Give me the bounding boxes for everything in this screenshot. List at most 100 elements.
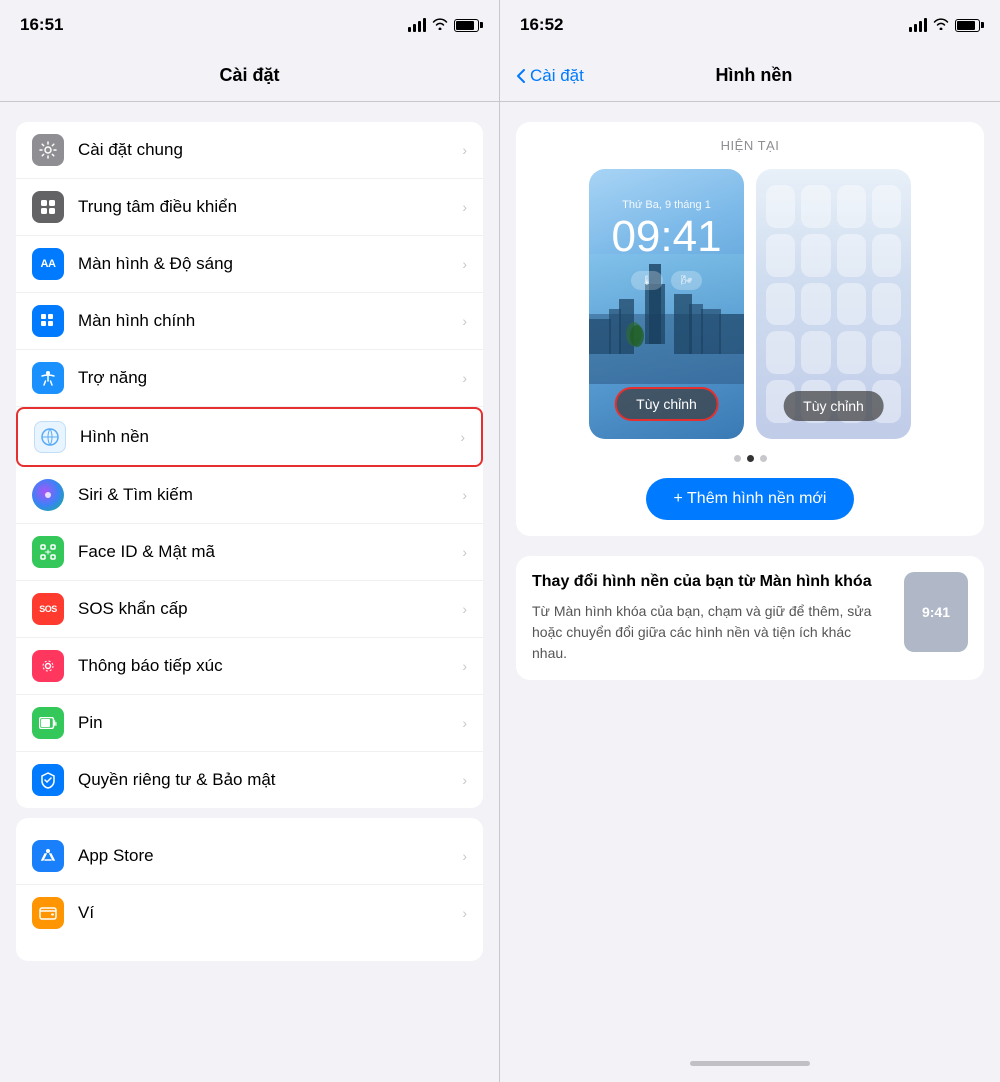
chevron-icon: › [462,142,467,158]
info-text: Thay đổi hình nền của bạn từ Màn hình kh… [532,572,890,664]
home-icon-placeholder [872,283,901,326]
settings-item-man-hinh-chinh[interactable]: Màn hình chính › [16,293,483,350]
right-nav-header: Cài đặt Hình nền [500,50,1000,102]
home-icon-placeholder [801,234,830,277]
signal-icon [909,18,927,32]
chevron-icon: › [462,905,467,921]
right-time: 16:52 [520,15,563,35]
control-center-icon [32,191,64,223]
info-thumb: 9:41 [904,572,968,652]
add-wallpaper-button[interactable]: + Thêm hình nền mới [646,478,855,520]
chevron-icon: › [462,715,467,731]
home-indicator-bar [690,1061,810,1066]
right-status-icons [909,18,980,33]
settings-item-man-hinh-do-sang[interactable]: AA Màn hình & Độ sáng › [16,236,483,293]
gear-icon [32,134,64,166]
man-hinh-chinh-label: Màn hình chính [78,311,456,331]
chevron-icon: › [462,199,467,215]
signal-icon [408,18,426,32]
app-store-icon [32,840,64,872]
wifi-icon [933,18,949,33]
wifi-icon [432,18,448,33]
chevron-icon: › [462,601,467,617]
home-icon-placeholder [766,331,795,374]
lock-widget-1: 🌡 [631,271,662,290]
settings-item-hinh-nen[interactable]: Hình nền › [16,407,483,467]
home-icon-placeholder [801,185,830,228]
home-icon-placeholder [872,331,901,374]
hinh-nen-label: Hình nền [80,427,454,447]
chevron-icon: › [462,313,467,329]
home-screen-customize-button[interactable]: Tùy chỉnh [783,391,884,421]
chevron-icon: › [462,544,467,560]
tro-nang-label: Trợ năng [78,368,456,388]
chevron-icon: › [462,370,467,386]
lock-screen-preview[interactable]: Thứ Ba, 9 tháng 1 09:41 🌡 🌬 Tùy chỉnh [589,169,744,439]
settings-group-bottom: App Store › Ví › [16,818,483,961]
lock-widgets: 🌡 🌬 [631,271,702,290]
battery-settings-icon [32,707,64,739]
info-title: Thay đổi hình nền của bạn từ Màn hình kh… [532,572,890,593]
settings-item-cai-dat-chung[interactable]: Cài đặt chung › [16,122,483,179]
info-body: Từ Màn hình khóa của bạn, chạm và giữ để… [532,601,890,664]
home-icon-placeholder [872,234,901,277]
thong-bao-label: Thông báo tiếp xúc [78,656,456,676]
quyen-rieng-tu-label: Quyền riêng tư & Bảo mật [78,770,456,790]
accessibility-icon [32,362,64,394]
home-icon-placeholder [801,283,830,326]
pin-label: Pin [78,713,456,733]
right-nav-title: Hình nền [584,65,924,86]
pagination-dots [532,455,968,462]
home-icon-placeholder [837,283,866,326]
app-store-label: App Store [78,846,456,866]
battery-icon [955,19,980,32]
settings-item-thong-bao[interactable]: Thông báo tiếp xúc › [16,638,483,695]
lock-time: 09:41 [611,215,721,259]
settings-item-sos[interactable]: SOS SOS khẩn cấp › [16,581,483,638]
settings-item-tro-nang[interactable]: Trợ năng › [16,350,483,407]
chevron-icon: › [462,772,467,788]
wallpaper-icon [34,421,66,453]
settings-item-trung-tam[interactable]: Trung tâm điều khiển › [16,179,483,236]
display-icon: AA [32,248,64,280]
back-button[interactable]: Cài đặt [516,66,584,86]
left-status-bar: 16:51 [0,0,499,50]
sos-icon: SOS [32,593,64,625]
settings-list: Cài đặt chung › Trung tâm điều khiển › [0,102,499,1082]
chevron-icon: › [462,658,467,674]
settings-item-app-store[interactable]: App Store › [16,828,483,885]
man-hinh-do-sang-label: Màn hình & Độ sáng [78,254,456,274]
left-status-icons [408,18,479,33]
settings-item-pin[interactable]: Pin › [16,695,483,752]
chevron-icon: › [462,487,467,503]
siri-label: Siri & Tìm kiếm [78,485,456,505]
left-nav-title: Cài đặt [219,65,279,86]
face-id-label: Face ID & Mật mã [78,542,456,562]
home-icon-placeholder [872,185,901,228]
home-icon-placeholder [766,234,795,277]
chevron-icon: › [462,256,467,272]
home-icon-placeholder [766,283,795,326]
current-wallpaper-section: HIỆN TẠI [516,122,984,536]
settings-item-vi[interactable]: Ví › [16,885,483,941]
lock-screen-customize-button[interactable]: Tùy chỉnh [614,387,719,421]
home-screen-preview[interactable]: Tùy chỉnh [756,169,911,439]
trung-tam-label: Trung tâm điều khiển [78,197,456,217]
lock-widget-2: 🌬 [671,271,702,290]
right-home-indicator [500,1052,1000,1082]
right-phone: 16:52 Cà [500,0,1000,1082]
back-label: Cài đặt [530,66,584,86]
info-thumb-time: 9:41 [922,604,950,620]
settings-item-quyen-rieng-tu[interactable]: Quyền riêng tư & Bảo mật › [16,752,483,808]
battery-icon [454,19,479,32]
cai-dat-chung-label: Cài đặt chung [78,140,456,160]
settings-item-siri[interactable]: Siri & Tìm kiếm › [16,467,483,524]
home-icon-placeholder [837,331,866,374]
right-content: HIỆN TẠI [500,102,1000,1052]
settings-item-face-id[interactable]: Face ID & Mật mã › [16,524,483,581]
home-icon-placeholder [801,331,830,374]
privacy-icon [32,764,64,796]
dot-3 [760,455,767,462]
left-nav-header: Cài đặt [0,50,499,102]
exposure-icon [32,650,64,682]
